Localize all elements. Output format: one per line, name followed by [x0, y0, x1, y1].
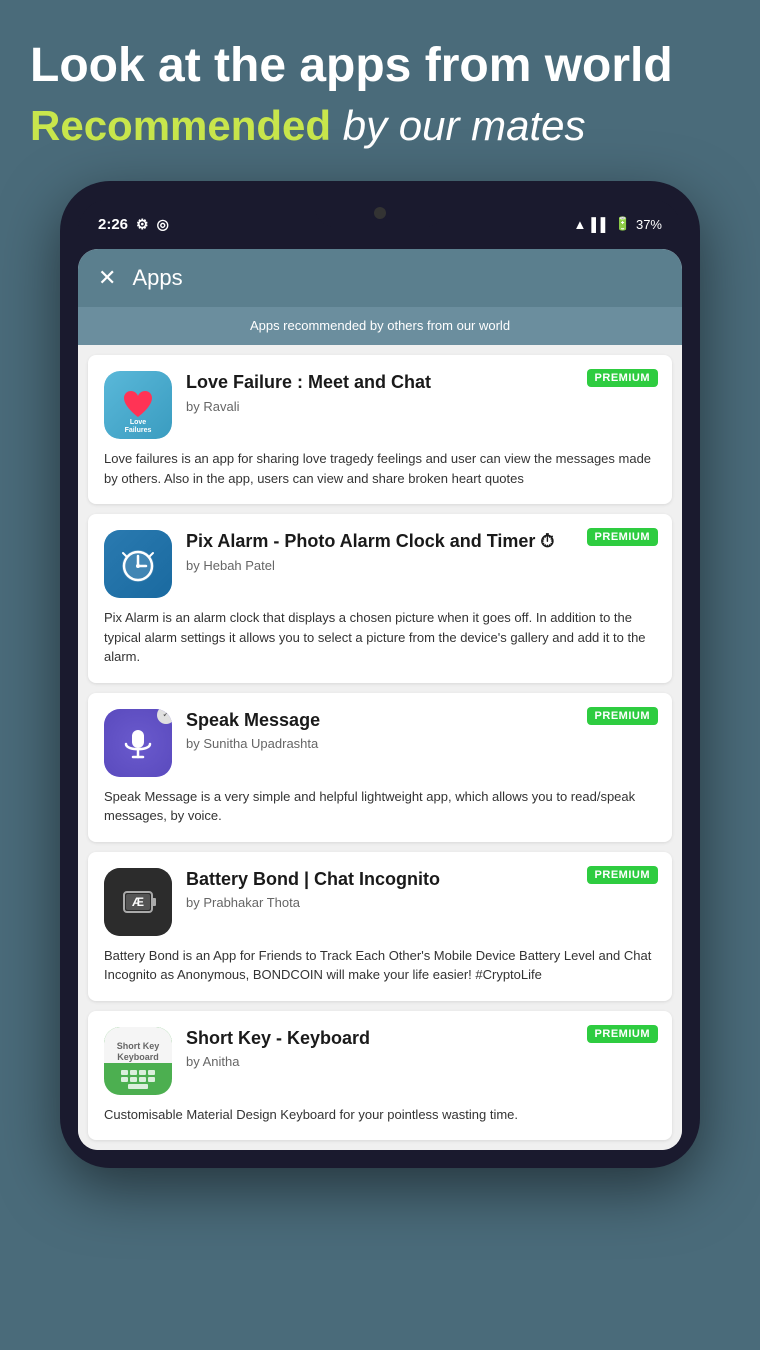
app-description-4: Battery Bond is an App for Friends to Tr… — [104, 946, 656, 985]
phone-screen: ✕ Apps Apps recommended by others from o… — [78, 249, 682, 1150]
keyboard-svg — [119, 1068, 157, 1090]
subtitle-bar: Apps recommended by others from our worl… — [78, 307, 682, 345]
app-header-row-3: ✓ Speak Message by Sunitha Upadrashta — [104, 709, 656, 777]
keyboard-label: Short KeyKeyboard — [117, 1033, 160, 1063]
microphone-svg — [119, 724, 157, 762]
app-description-1: Love failures is an app for sharing love… — [104, 449, 656, 488]
app-icon-keyboard: Short KeyKeyboard — [104, 1027, 172, 1095]
love-app-label: LoveFailures — [104, 419, 172, 434]
phone-frame: 2:26 ⚙ ◎ ▲ ▌▌ 🔋 37% ✕ Apps App — [60, 181, 700, 1168]
notch — [315, 199, 445, 227]
premium-badge-3: PREMIUM — [587, 707, 658, 725]
time-display: 2:26 — [98, 216, 128, 233]
app-name-1: Love Failure : Meet and Chat — [186, 371, 586, 394]
app-icon-pix — [104, 530, 172, 598]
app-icon-battery: Æ — [104, 868, 172, 936]
battery-bond-svg: Æ — [116, 880, 160, 924]
app-name-2: Pix Alarm - Photo Alarm Clock and Timer … — [186, 530, 586, 553]
hero-bymates: by our mates — [331, 102, 585, 149]
app-name-3: Speak Message — [186, 709, 586, 732]
app-info-3: Speak Message by Sunitha Upadrashta — [186, 709, 656, 751]
love-heart-svg — [120, 387, 156, 423]
phone-wrapper: 2:26 ⚙ ◎ ▲ ▌▌ 🔋 37% ✕ Apps App — [0, 181, 760, 1208]
apps-list: PREMIUM LoveFailures Love Failure : M — [78, 345, 682, 1150]
app-icon-speak: ✓ — [104, 709, 172, 777]
svg-text:Æ: Æ — [132, 895, 144, 909]
app-header-row-2: Pix Alarm - Photo Alarm Clock and Timer … — [104, 530, 656, 598]
app-info-1: Love Failure : Meet and Chat by Ravali — [186, 371, 656, 413]
battery-icon: 🔋 — [615, 216, 631, 232]
app-description-3: Speak Message is a very simple and helpf… — [104, 787, 656, 826]
app-description-5: Customisable Material Design Keyboard fo… — [104, 1105, 656, 1125]
app-info-5: Short Key - Keyboard by Anitha — [186, 1027, 656, 1069]
app-header-row-1: LoveFailures Love Failure : Meet and Cha… — [104, 371, 656, 439]
status-bar-right: ▲ ▌▌ 🔋 37% — [573, 216, 662, 232]
wifi-icon: ▲ — [573, 217, 586, 232]
hero-recommended: Recommended — [30, 102, 331, 149]
close-button[interactable]: ✕ — [98, 265, 116, 291]
hero-subtitle: Recommended by our mates — [30, 101, 730, 151]
premium-badge-1: PREMIUM — [587, 369, 658, 387]
app-author-2: by Hebah Patel — [186, 558, 586, 573]
speak-badge: ✓ — [157, 709, 172, 724]
app-info-2: Pix Alarm - Photo Alarm Clock and Timer … — [186, 530, 656, 572]
app-icon-love: LoveFailures — [104, 371, 172, 439]
app-description-2: Pix Alarm is an alarm clock that display… — [104, 608, 656, 667]
camera-icon — [374, 207, 386, 219]
app-card-speak[interactable]: PREMIUM ✓ — [88, 693, 672, 842]
premium-badge-2: PREMIUM — [587, 528, 658, 546]
battery-percent: 37% — [636, 217, 662, 232]
keyboard-bottom — [104, 1063, 172, 1095]
premium-badge-4: PREMIUM — [587, 866, 658, 884]
app-header-row-5: Short KeyKeyboard — [104, 1027, 656, 1095]
app-card-love[interactable]: PREMIUM LoveFailures Love Failure : M — [88, 355, 672, 504]
app-card-keyboard[interactable]: PREMIUM Short KeyKeyboard — [88, 1011, 672, 1141]
app-name-4: Battery Bond | Chat Incognito — [186, 868, 586, 891]
app-name-5: Short Key - Keyboard — [186, 1027, 586, 1050]
signal-icon: ▌▌ — [591, 217, 609, 232]
app-author-5: by Anitha — [186, 1054, 586, 1069]
app-header: ✕ Apps — [78, 249, 682, 307]
app-header-row-4: Æ Battery Bond | Chat Incognito by Prabh… — [104, 868, 656, 936]
app-card-pix[interactable]: PREMIUM — [88, 514, 672, 683]
app-info-4: Battery Bond | Chat Incognito by Prabhak… — [186, 868, 656, 910]
premium-badge-5: PREMIUM — [587, 1025, 658, 1043]
app-card-battery[interactable]: PREMIUM Æ — [88, 852, 672, 1001]
subtitle-text: Apps recommended by others from our worl… — [250, 318, 510, 333]
status-bar-left: 2:26 ⚙ ◎ — [98, 216, 169, 233]
app-author-1: by Ravali — [186, 399, 586, 414]
alarm-svg — [116, 542, 160, 586]
app-author-3: by Sunitha Upadrashta — [186, 736, 586, 751]
settings-icon: ⚙ — [136, 216, 149, 233]
hero-section: Look at the apps from world Recommended … — [0, 0, 760, 181]
app-header-title: Apps — [132, 265, 182, 291]
record-icon: ◎ — [157, 216, 169, 233]
app-author-4: by Prabhakar Thota — [186, 895, 586, 910]
hero-title: Look at the apps from world — [30, 40, 730, 93]
status-bar: 2:26 ⚙ ◎ ▲ ▌▌ 🔋 37% — [78, 199, 682, 249]
